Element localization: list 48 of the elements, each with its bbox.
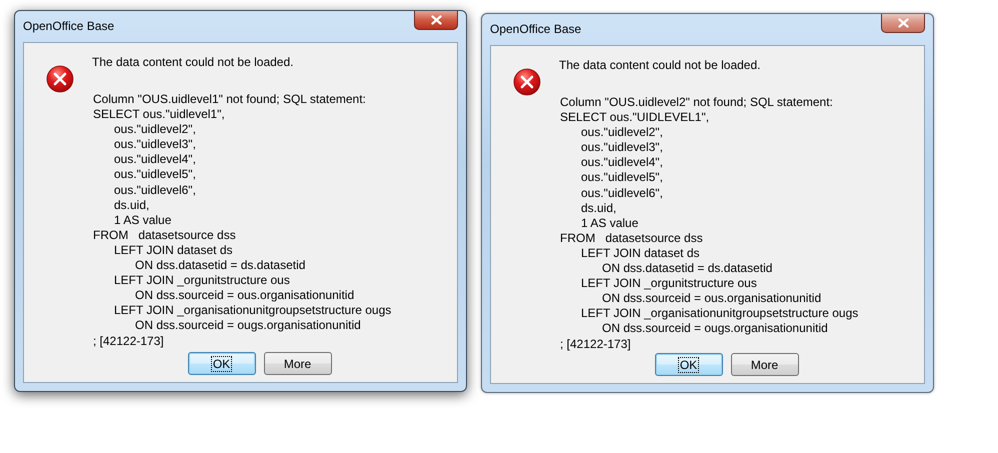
detail-line: ous."uidlevel2", bbox=[114, 122, 197, 138]
detail-line: ous."uidlevel6", bbox=[581, 186, 664, 201]
detail-line: ON dss.datasetid = ds.datasetid bbox=[602, 261, 774, 276]
detail-line: SELECT ous."UIDLEVEL1", bbox=[560, 110, 710, 126]
detail-line: ds.uid, bbox=[114, 198, 150, 213]
detail-line: Column "OUS.uidlevel2" not found; SQL statement: bbox=[560, 95, 834, 110]
detail-line: LEFT JOIN _organisationunitgroupsetstructure ougs bbox=[581, 306, 858, 322]
detail-line: LEFT JOIN dataset ds bbox=[114, 242, 234, 258]
detail-line: LEFT JOIN _organisationunitgroupsetstructure ougs bbox=[114, 303, 392, 318]
window-title: OpenOffice Base bbox=[23, 19, 114, 33]
detail-line: FROM datasetsource dss bbox=[93, 228, 237, 243]
detail-line: ous."uidlevel4", bbox=[114, 152, 197, 168]
detail-line: ON dss.sourceid = ous.organisationunitid bbox=[602, 291, 822, 306]
more-button[interactable]: More bbox=[264, 352, 332, 375]
window-title: OpenOffice Base bbox=[490, 22, 582, 36]
detail-line: ON dss.sourceid = ous.organisationunitid bbox=[135, 288, 356, 304]
close-icon bbox=[430, 15, 442, 25]
detail-line: ous."uidlevel5", bbox=[114, 167, 197, 183]
detail-line: ous."uidlevel4", bbox=[581, 155, 664, 170]
detail-line: ous."uidlevel2", bbox=[581, 125, 664, 140]
detail-line: ; [42122-173] bbox=[560, 336, 632, 352]
more-button[interactable]: More bbox=[730, 353, 798, 376]
detail-line: ON dss.datasetid = ds.datasetid bbox=[135, 258, 306, 274]
detail-line: Column "OUS.uidlevel1" not found; SQL statement: bbox=[93, 92, 367, 108]
error-icon bbox=[46, 65, 74, 93]
close-button[interactable] bbox=[414, 11, 458, 30]
detail-line: ous."uidlevel3", bbox=[581, 140, 664, 156]
detail-line: LEFT JOIN _orgunitstructure ous bbox=[581, 276, 758, 292]
close-icon bbox=[898, 18, 908, 28]
error-message: The data content could not be loaded. bbox=[559, 58, 762, 73]
ok-button[interactable]: OK bbox=[654, 353, 722, 376]
error-message: The data content could not be loaded. bbox=[92, 55, 294, 70]
detail-line: ous."uidlevel5", bbox=[581, 170, 664, 186]
detail-line: LEFT JOIN _orgunitstructure ous bbox=[114, 273, 291, 288]
error-icon bbox=[513, 68, 541, 96]
detail-line: ds.uid, bbox=[581, 200, 618, 216]
detail-line: 1 AS value bbox=[581, 216, 640, 231]
detail-line: ous."uidlevel6", bbox=[114, 182, 197, 198]
detail-line: 1 AS value bbox=[114, 212, 172, 228]
detail-line: FROM datasetsource dss bbox=[560, 230, 704, 246]
detail-line: SELECT ous."uidlevel1", bbox=[93, 107, 226, 122]
close-button[interactable] bbox=[881, 14, 925, 33]
detail-line: ous."uidlevel3", bbox=[114, 137, 197, 152]
detail-line: ; [42122-173] bbox=[93, 334, 165, 349]
detail-line: ON dss.sourceid = ougs.organisationunitid bbox=[135, 318, 362, 334]
detail-line: LEFT JOIN dataset ds bbox=[581, 246, 700, 262]
detail-line: ON dss.sourceid = ougs.organisationunitid bbox=[602, 321, 829, 336]
ok-button[interactable]: OK bbox=[188, 352, 256, 375]
